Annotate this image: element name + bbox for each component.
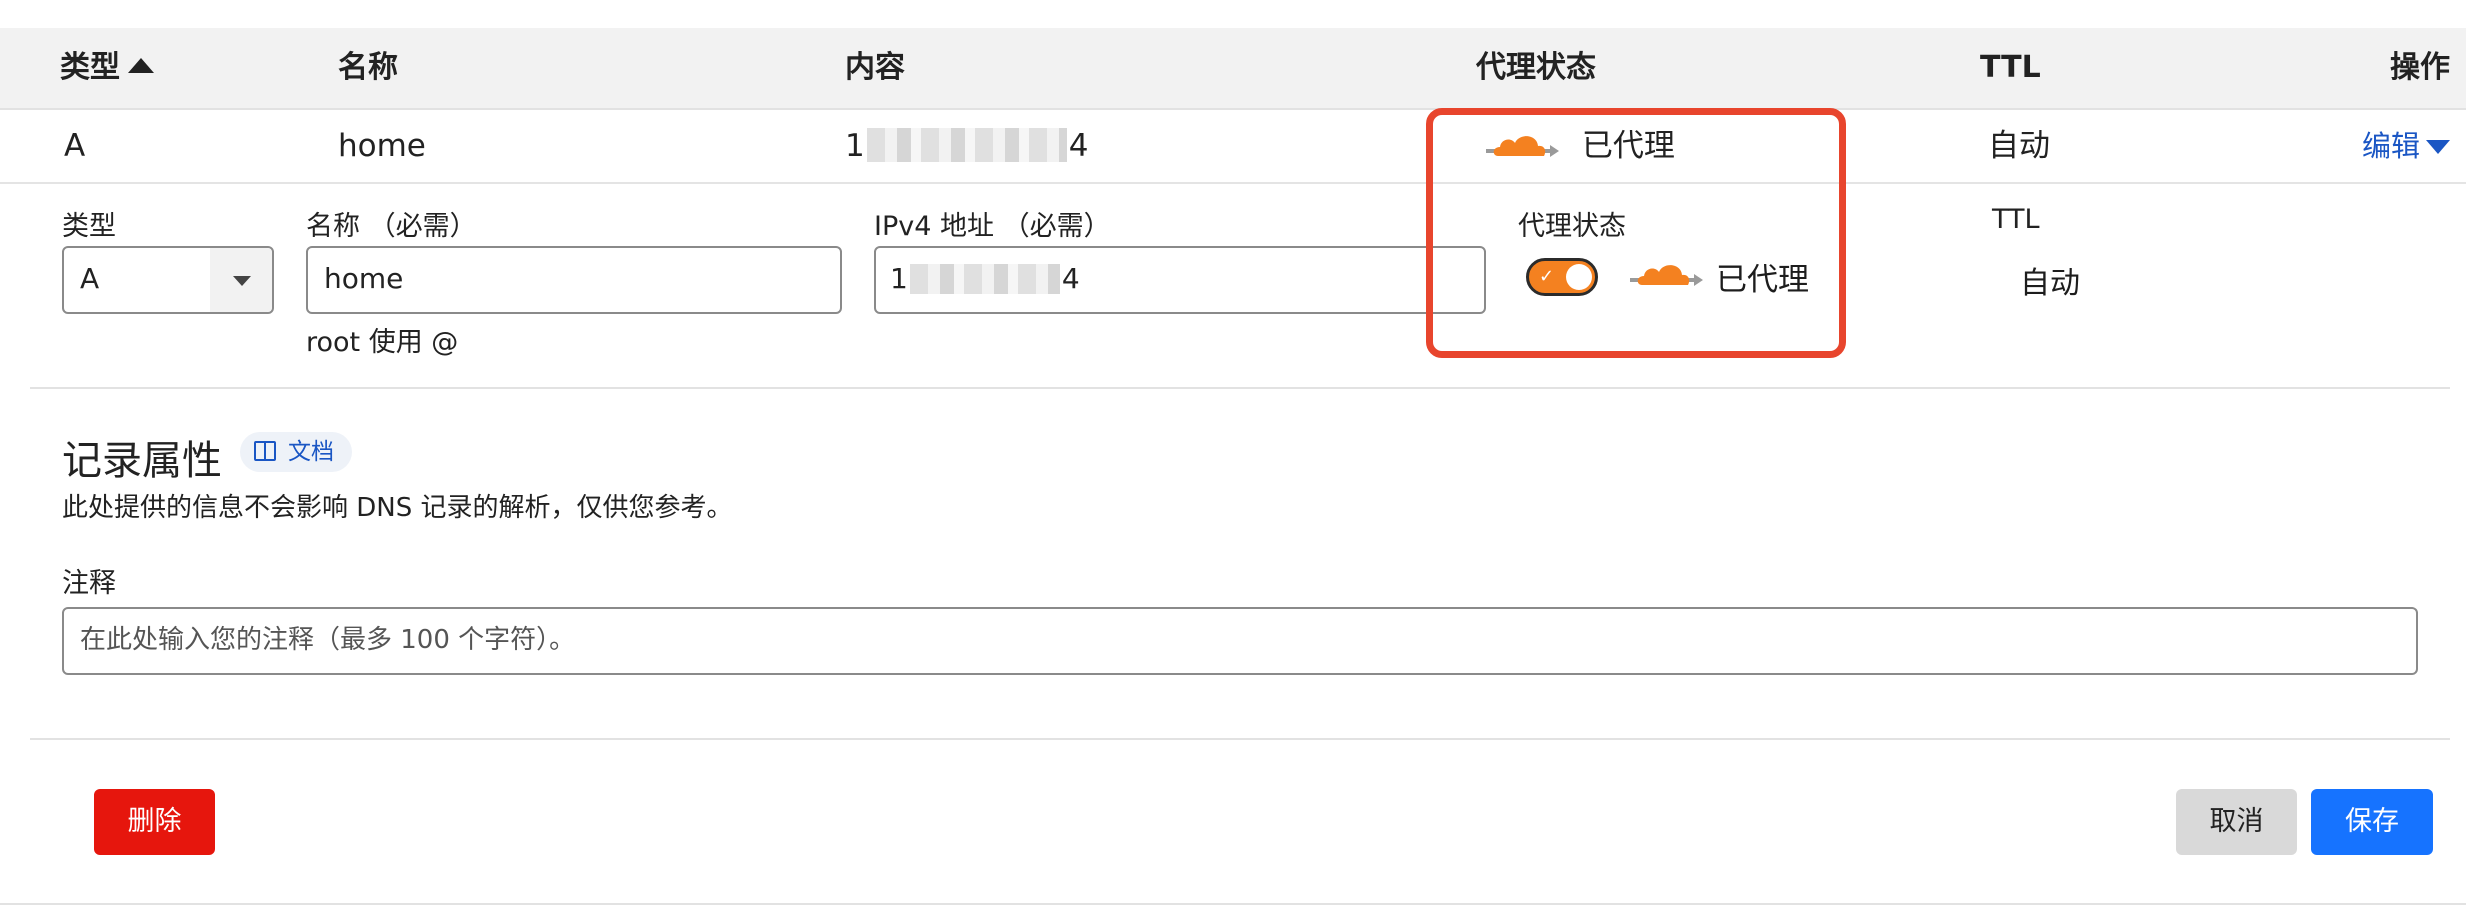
record-content-end: 4 — [1068, 128, 1089, 164]
redacted-ip-blur — [909, 264, 1060, 294]
record-attributes-description: 此处提供的信息不会影响 DNS 记录的解析，仅供您参考。 — [62, 493, 733, 523]
delete-button[interactable]: 删除 — [94, 789, 215, 855]
highlight-annotation-box — [1426, 108, 1846, 358]
name-label: 名称 （必需） — [306, 211, 477, 242]
bottom-divider — [0, 903, 2466, 905]
record-attributes-title: 记录属性 — [62, 438, 222, 484]
cancel-button[interactable]: 取消 — [2176, 789, 2297, 855]
ttl-label: TTL — [1992, 204, 2040, 235]
column-header-type-label: 类型 — [60, 50, 120, 85]
column-header-content: 内容 — [845, 50, 905, 85]
name-input[interactable]: home — [306, 246, 842, 314]
record-content: 14 — [845, 110, 1088, 182]
chevron-down-icon — [233, 276, 251, 286]
type-select-value: A — [80, 262, 100, 295]
section-divider — [30, 387, 2450, 389]
save-button[interactable]: 保存 — [2311, 789, 2433, 855]
record-ttl: 自动 — [1988, 128, 2050, 164]
ipv4-value-end: 4 — [1061, 262, 1080, 295]
section-divider — [30, 738, 2450, 740]
sort-ascending-icon[interactable] — [128, 58, 154, 73]
ipv4-label: IPv4 地址 （必需） — [874, 211, 1111, 242]
docs-link-label: 文档 — [288, 439, 334, 465]
edit-button[interactable]: 编辑 — [2362, 110, 2451, 182]
book-icon — [254, 441, 276, 461]
comment-input-placeholder: 在此处输入您的注释（最多 100 个字符）。 — [80, 625, 576, 655]
edit-button-label: 编辑 — [2362, 129, 2421, 163]
type-select-toggle[interactable] — [210, 248, 272, 312]
type-select[interactable]: A — [62, 246, 274, 314]
name-help-text: root 使用 @ — [306, 327, 459, 358]
table-row: A home 14 已代理 自动 编辑 — [0, 110, 2466, 184]
column-header-proxy-status: 代理状态 — [1476, 50, 1596, 85]
docs-link[interactable]: 文档 — [240, 432, 352, 472]
ipv4-input[interactable]: 14 — [874, 246, 1486, 314]
name-input-value: home — [324, 262, 404, 295]
table-header: 类型 名称 内容 代理状态 TTL 操作 — [0, 28, 2466, 110]
column-header-ttl: TTL — [1980, 50, 2041, 85]
type-label: 类型 — [62, 211, 116, 242]
column-header-type[interactable]: 类型 — [60, 28, 154, 108]
comment-label: 注释 — [62, 568, 116, 599]
ipv4-value-start: 1 — [890, 262, 908, 295]
ttl-value: 自动 — [2020, 266, 2080, 301]
column-header-actions: 操作 — [2390, 50, 2450, 85]
record-content-start: 1 — [845, 128, 865, 164]
column-header-name: 名称 — [338, 50, 398, 85]
comment-input[interactable]: 在此处输入您的注释（最多 100 个字符）。 — [62, 607, 2418, 675]
redacted-ip-blur — [866, 128, 1067, 162]
record-name: home — [338, 128, 426, 164]
ipv4-input-value: 14 — [890, 248, 1080, 310]
chevron-down-icon — [2426, 140, 2451, 154]
record-type: A — [64, 128, 86, 164]
